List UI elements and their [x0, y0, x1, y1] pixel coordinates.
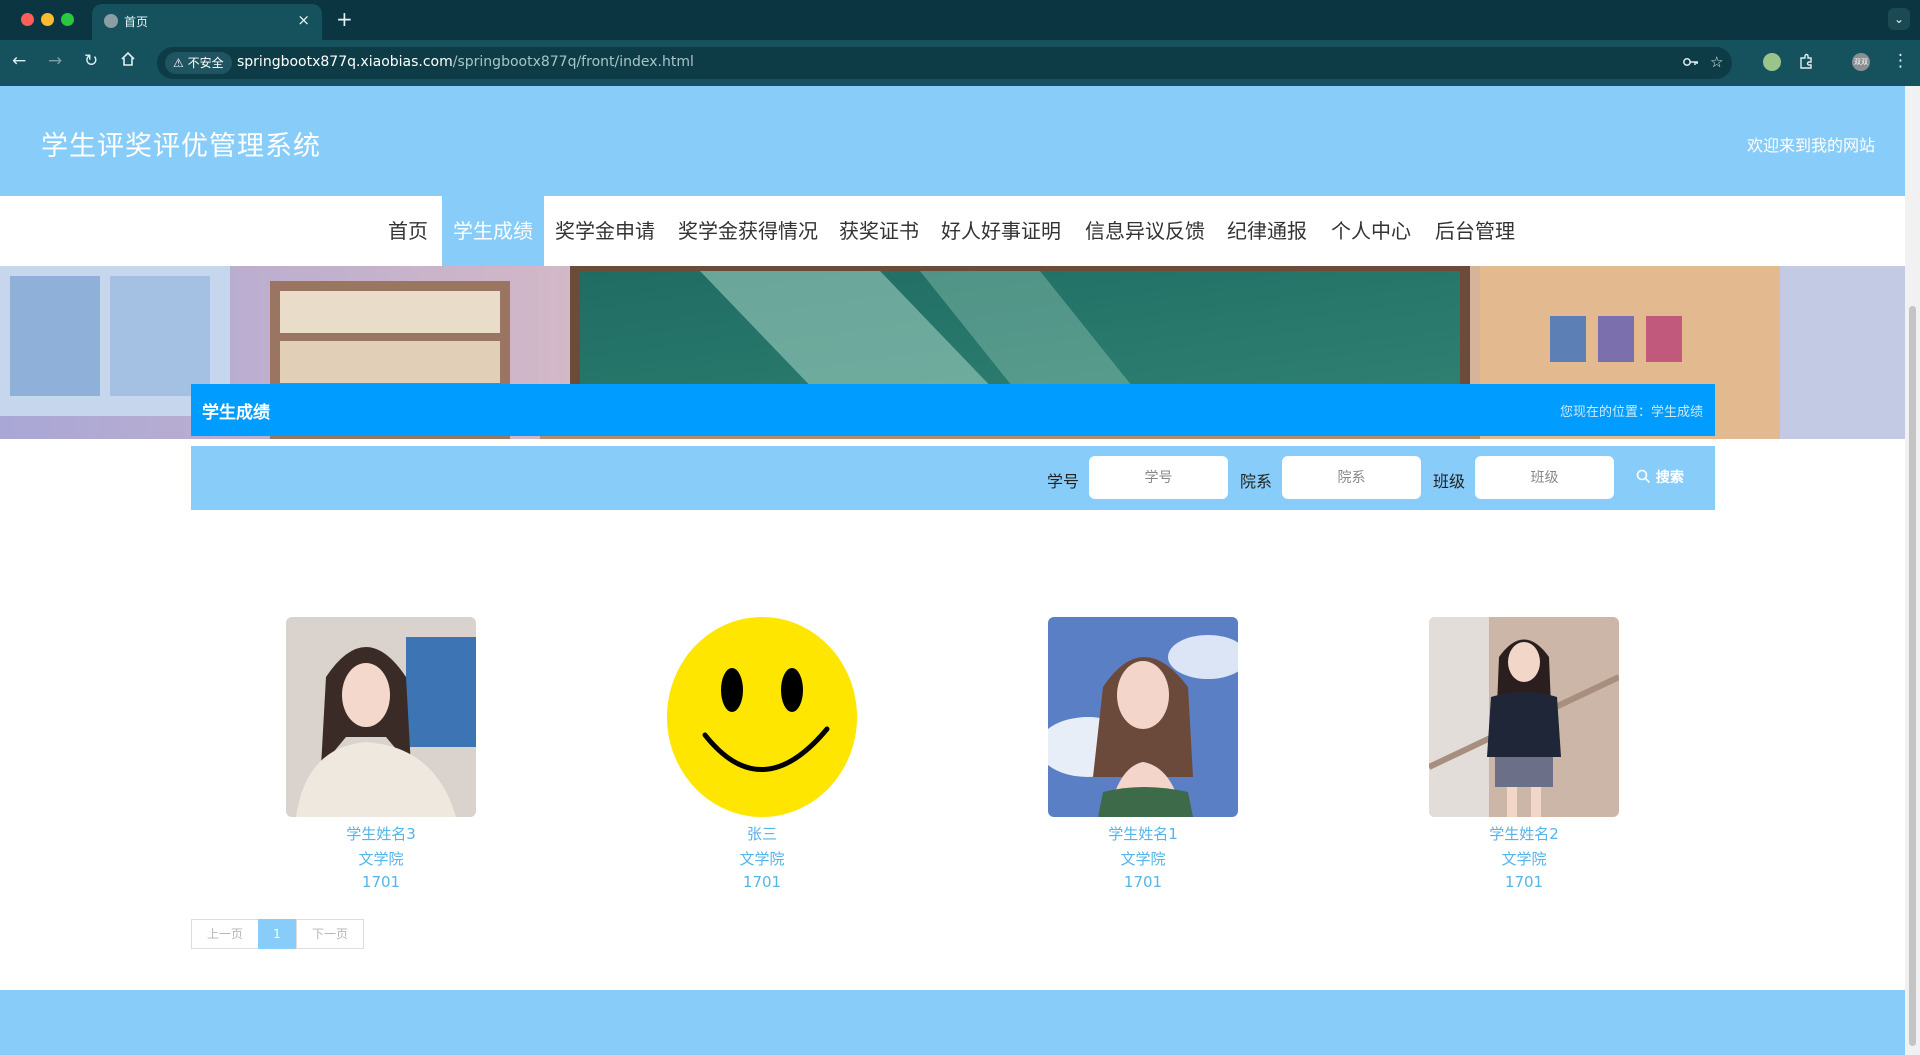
tab-title: 首页	[124, 15, 149, 29]
close-window-button[interactable]	[21, 13, 34, 26]
breadcrumb: 您现在的位置：学生成绩	[1559, 405, 1703, 420]
student-id-label: 学号	[1047, 472, 1080, 491]
tab-search-chevron-icon[interactable]: ⌄	[1888, 8, 1910, 30]
browser-toolbar: ← → ↻ ⚠ 不安全 springbootx877q.xiaobias.com…	[0, 40, 1920, 86]
student-class: 1701	[742, 873, 782, 891]
nav-item-discipline[interactable]: 纪律通报	[1222, 196, 1312, 266]
new-tab-button[interactable]: +	[336, 7, 353, 31]
student-name[interactable]: 张三	[667, 823, 857, 844]
student-department: 文学院	[1501, 850, 1547, 868]
student-name[interactable]: 学生姓名1	[1048, 823, 1238, 844]
section-title: 学生成绩	[202, 403, 270, 423]
browser-tab[interactable]: 首页 ×	[92, 4, 322, 40]
class-label: 班级	[1433, 472, 1466, 491]
scrollbar-thumb[interactable]	[1909, 306, 1916, 1046]
student-class: 1701	[1504, 873, 1544, 891]
nav-item-scholarship-application[interactable]: 奖学金申请	[550, 196, 660, 266]
search-bar: 学号 院系 班级 搜索	[191, 446, 1715, 510]
welcome-text: 欢迎来到我的网站	[1746, 136, 1875, 155]
main-nav: 首页 学生成绩 奖学金申请 奖学金获得情况 获奖证书 好人好事证明 信息异议反馈…	[0, 196, 1905, 266]
reload-icon[interactable]: ↻	[84, 51, 98, 71]
profile-avatar[interactable]: 双双	[1852, 53, 1870, 71]
nav-item-award-certificates[interactable]: 获奖证书	[834, 196, 924, 266]
department-input[interactable]	[1282, 456, 1421, 499]
section-header: 学生成绩 您现在的位置：学生成绩	[191, 384, 1715, 436]
class-input[interactable]	[1475, 456, 1614, 499]
search-button-label: 搜索	[1655, 470, 1684, 486]
search-button[interactable]: 搜索	[1636, 467, 1684, 487]
nav-item-admin[interactable]: 后台管理	[1430, 196, 1520, 266]
browser-tab-bar: 首页 × + ⌄	[0, 0, 1920, 40]
password-key-icon[interactable]	[1682, 53, 1700, 75]
site-title: 学生评奖评优管理系统	[41, 131, 321, 162]
maximize-window-button[interactable]	[61, 13, 74, 26]
extension-icon[interactable]	[1763, 53, 1781, 71]
site-header: 学生评奖评优管理系统 欢迎来到我的网站	[0, 86, 1905, 196]
student-name[interactable]: 学生姓名3	[286, 823, 476, 844]
security-label: 不安全	[187, 56, 224, 70]
browser-menu-icon[interactable]: ⋮	[1892, 51, 1909, 71]
student-name[interactable]: 学生姓名2	[1429, 823, 1619, 844]
department-label: 院系	[1240, 472, 1273, 491]
tab-close-icon[interactable]: ×	[297, 11, 310, 29]
site-footer	[0, 990, 1905, 1055]
student-id-input[interactable]	[1089, 456, 1228, 499]
address-bar[interactable]: ⚠ 不安全 springbootx877q.xiaobias.com/sprin…	[157, 47, 1732, 79]
minimize-window-button[interactable]	[41, 13, 54, 26]
url-path: /springbootx877q/front/index.html	[452, 54, 694, 70]
url-host: springbootx877q.xiaobias.com	[237, 54, 453, 70]
student-photo[interactable]	[1429, 617, 1619, 817]
home-icon[interactable]	[120, 51, 136, 72]
student-department: 文学院	[358, 850, 404, 868]
forward-arrow-icon[interactable]: →	[48, 51, 62, 71]
student-photo[interactable]	[286, 617, 476, 817]
next-page-button[interactable]: 下一页	[296, 919, 364, 949]
student-department: 文学院	[739, 850, 785, 868]
student-photo[interactable]	[667, 617, 857, 817]
url-text[interactable]: springbootx877q.xiaobias.com/springbootx…	[237, 54, 694, 70]
search-icon	[1636, 469, 1656, 486]
page-1-button[interactable]: 1	[258, 919, 296, 949]
nav-item-good-deeds[interactable]: 好人好事证明	[934, 196, 1068, 266]
student-class: 1701	[361, 873, 401, 891]
page-content: 学生评奖评优管理系统 欢迎来到我的网站 首页 学生成绩 奖学金申请 奖学金获得情…	[0, 86, 1905, 1055]
extensions-puzzle-icon[interactable]	[1798, 53, 1815, 74]
student-class: 1701	[1123, 873, 1163, 891]
student-department: 文学院	[1120, 850, 1166, 868]
page-scrollbar[interactable]	[1905, 86, 1920, 1055]
nav-item-personal-center[interactable]: 个人中心	[1326, 196, 1416, 266]
security-chip[interactable]: ⚠ 不安全	[165, 52, 232, 74]
nav-item-feedback[interactable]: 信息异议反馈	[1078, 196, 1212, 266]
student-photo[interactable]	[1048, 617, 1238, 817]
nav-item-home[interactable]: 首页	[380, 196, 436, 266]
back-arrow-icon[interactable]: ←	[12, 51, 26, 71]
bookmark-star-icon[interactable]: ☆	[1710, 53, 1723, 71]
nav-item-student-scores[interactable]: 学生成绩	[442, 196, 544, 266]
globe-icon	[104, 14, 118, 28]
nav-item-scholarship-results[interactable]: 奖学金获得情况	[668, 196, 828, 266]
prev-page-button[interactable]: 上一页	[191, 919, 259, 949]
